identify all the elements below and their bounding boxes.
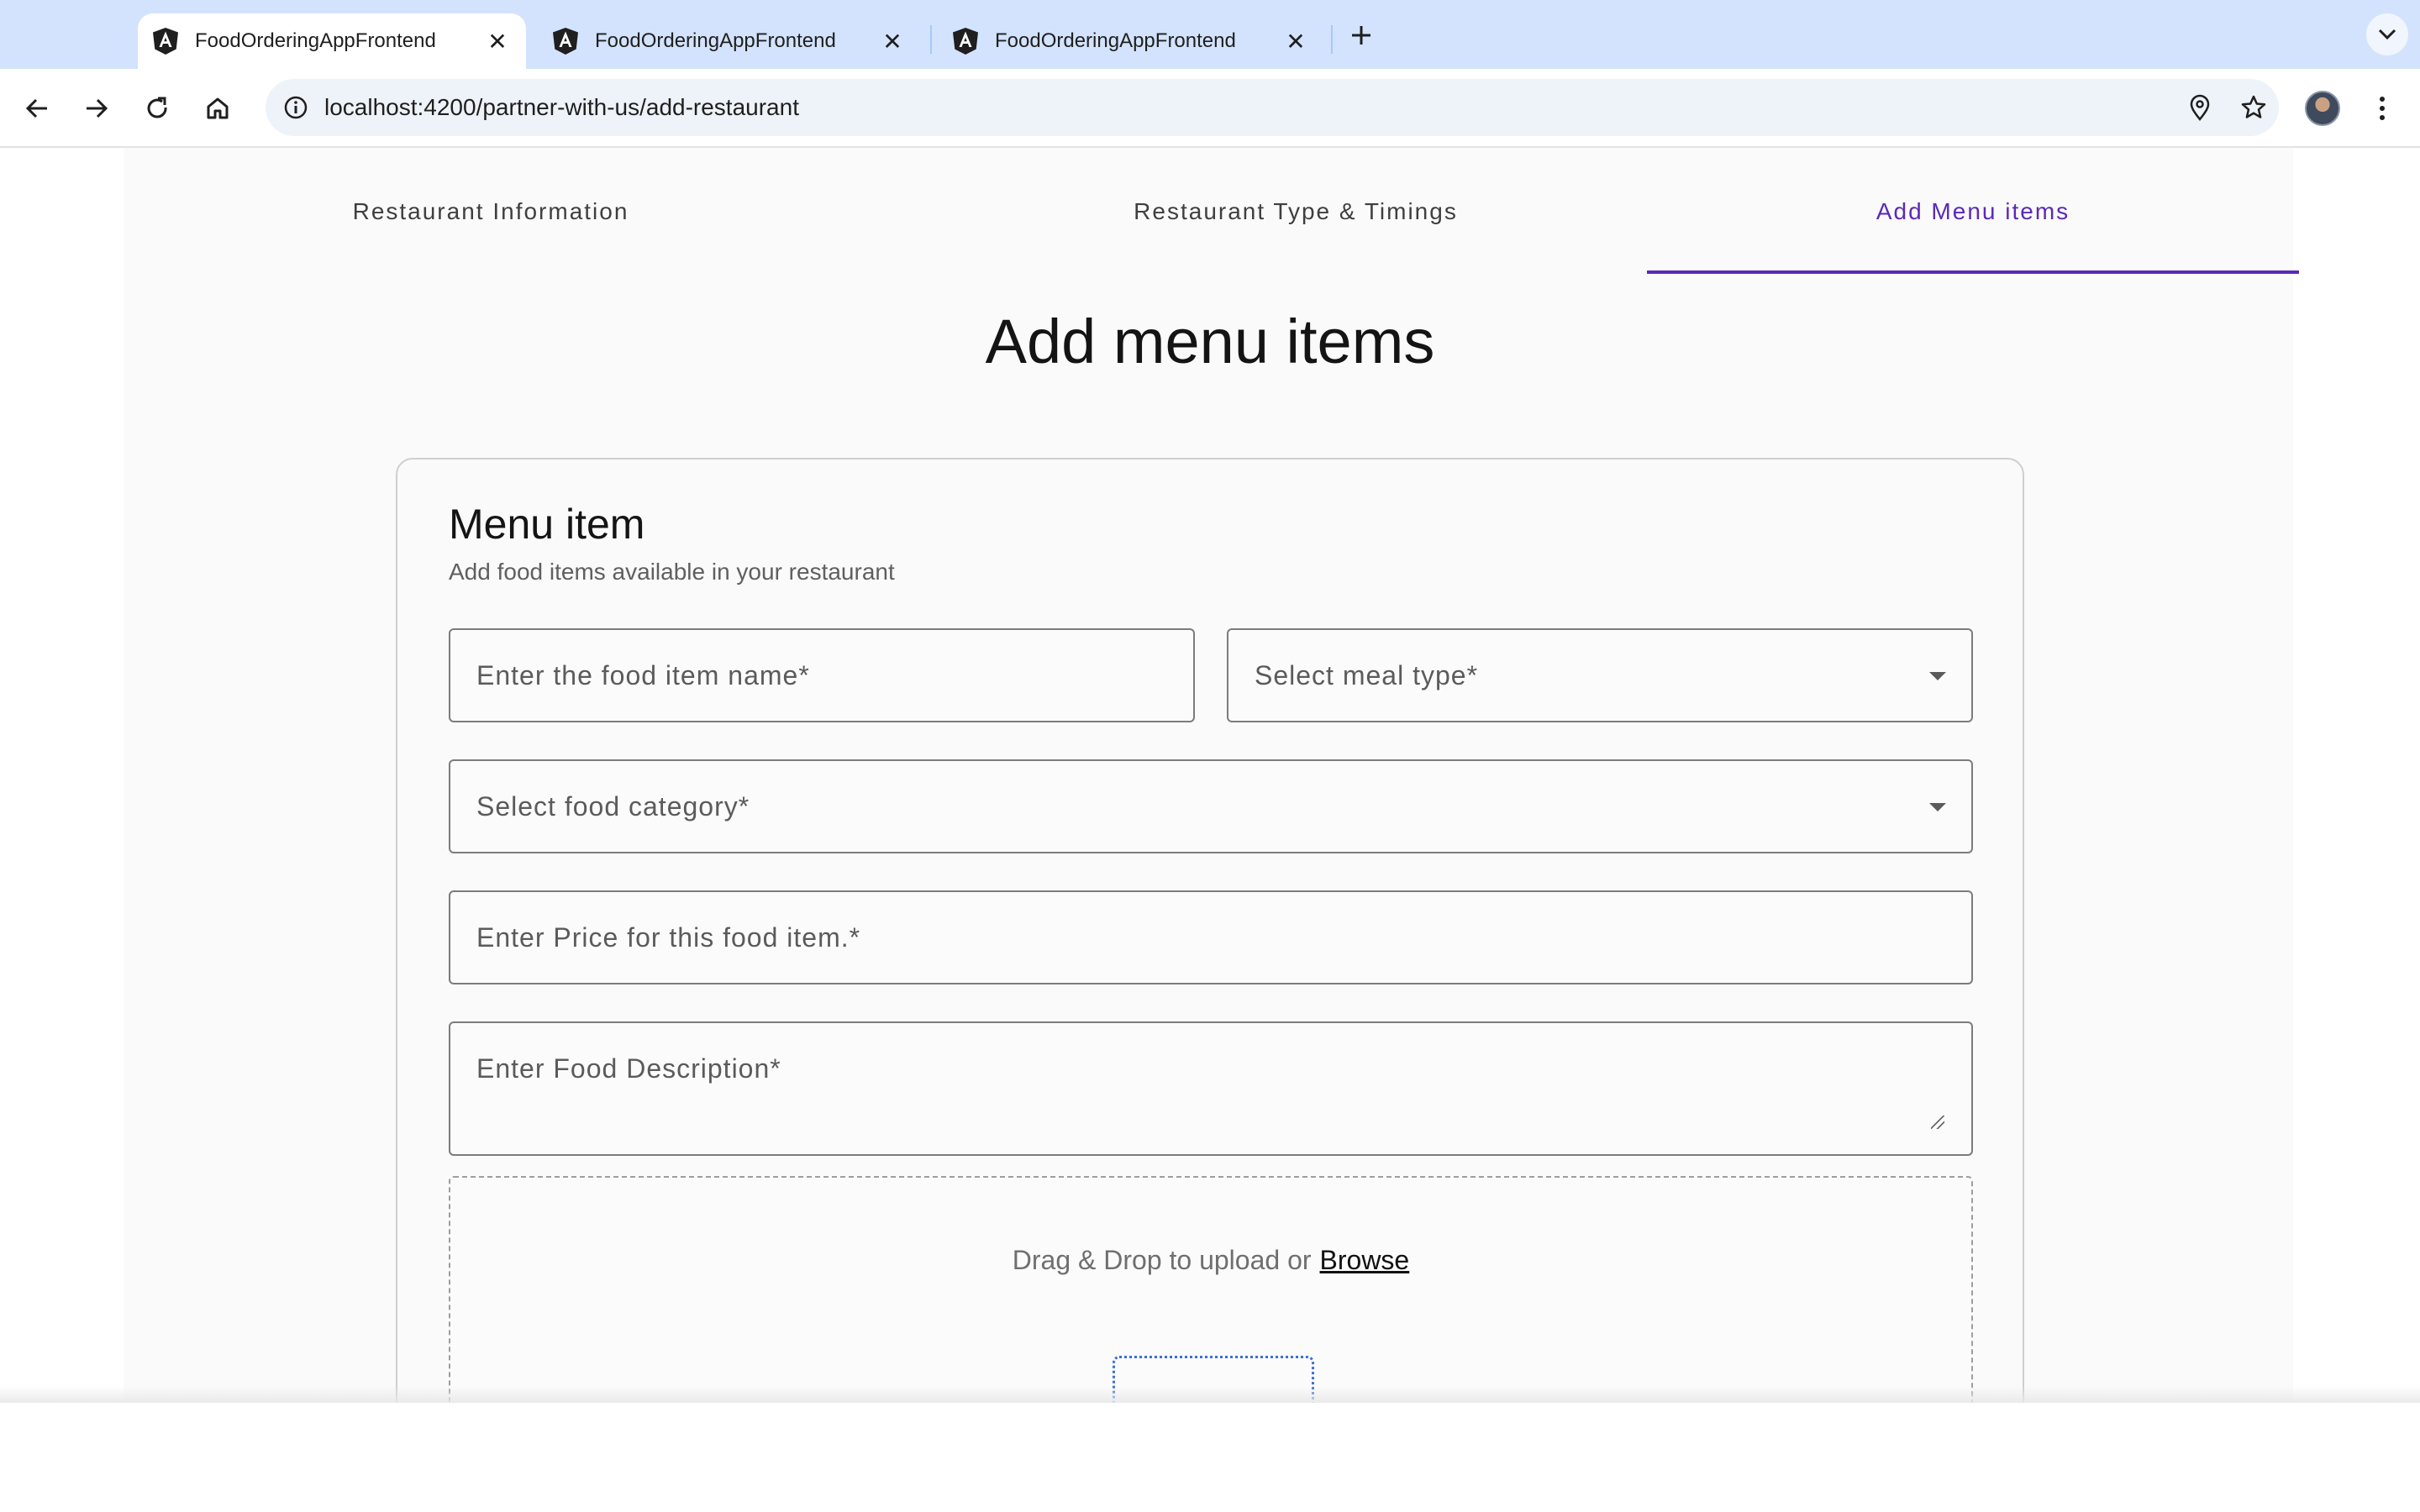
profile-avatar[interactable] <box>2305 91 2340 126</box>
dropzone-label: Drag & Drop to upload or <box>1012 1245 1312 1275</box>
menu-item-card: Menu item Add food items available in yo… <box>396 458 2024 1466</box>
kebab-menu-icon <box>2380 97 2385 120</box>
tab-label: Restaurant Type & Timings <box>1134 198 1458 224</box>
meal-type-placeholder: Select meal type* <box>1255 660 1479 690</box>
site-info-icon[interactable] <box>279 91 313 124</box>
url-text[interactable]: localhost:4200/partner-with-us/add-resta… <box>324 79 799 136</box>
page-title: Add menu items <box>985 307 1435 376</box>
viewport-bottom-shadow <box>0 1386 2420 1404</box>
plus-icon <box>1352 26 1370 45</box>
browser-tab-3[interactable]: FoodOrderingAppFrontend ✕ <box>938 13 1324 69</box>
browser-tab-title: FoodOrderingAppFrontend <box>195 29 436 52</box>
location-pin-icon[interactable] <box>2183 91 2217 124</box>
dropdown-arrow-icon <box>1929 672 1946 680</box>
close-tab-icon[interactable]: ✕ <box>484 28 511 55</box>
tab-add-menu-items[interactable]: Add Menu items <box>1647 198 2299 274</box>
reload-icon <box>147 97 167 118</box>
browser-tab-strip: FoodOrderingAppFrontend ✕ FoodOrderingAp… <box>0 0 2420 69</box>
food-item-name-input[interactable]: Enter the food item name* <box>449 628 1195 722</box>
price-input[interactable]: Enter Price for this food item.* <box>449 890 1973 984</box>
forward-button[interactable] <box>76 87 118 129</box>
browser-tab-title: FoodOrderingAppFrontend <box>995 29 1236 52</box>
home-icon <box>207 97 229 119</box>
blank-bottom-area <box>0 1403 2420 1512</box>
tab-label: Restaurant Information <box>352 198 629 224</box>
angular-logo-icon <box>553 28 578 55</box>
resize-handle-icon[interactable] <box>1931 1116 1944 1129</box>
angular-logo-icon <box>153 28 178 55</box>
meal-type-select[interactable]: Select meal type* <box>1227 628 1973 722</box>
home-button[interactable] <box>197 87 239 129</box>
browser-tab-1[interactable]: FoodOrderingAppFrontend ✕ <box>138 13 526 69</box>
tab-restaurant-information[interactable]: Restaurant Information <box>124 198 858 274</box>
card-title: Menu item <box>449 501 645 548</box>
tab-restaurant-type-timings[interactable]: Restaurant Type & Timings <box>869 198 1723 274</box>
dropdown-arrow-icon <box>1929 803 1946 811</box>
chevron-down-icon <box>2378 29 2396 40</box>
address-bar[interactable]: localhost:4200/partner-with-us/add-resta… <box>266 79 2279 136</box>
tab-search-button[interactable] <box>2366 13 2408 55</box>
food-description-textarea[interactable]: Enter Food Description* <box>449 1021 1973 1156</box>
food-category-select[interactable]: Select food category* <box>449 759 1973 853</box>
tab-separator <box>930 25 932 54</box>
page-viewport: Restaurant Information Restaurant Type &… <box>0 148 2420 1466</box>
forward-arrow-icon <box>87 98 108 118</box>
close-tab-icon[interactable]: ✕ <box>879 28 906 55</box>
back-arrow-icon <box>25 98 47 118</box>
angular-logo-icon <box>953 28 978 55</box>
back-button[interactable] <box>16 87 58 129</box>
bookmark-star-icon[interactable] <box>2237 91 2270 124</box>
food-category-placeholder: Select food category* <box>476 791 750 822</box>
tab-separator <box>1331 25 1333 54</box>
reload-button[interactable] <box>136 87 178 129</box>
browser-tab-title: FoodOrderingAppFrontend <box>595 29 836 52</box>
tab-label: Add Menu items <box>1876 198 2070 224</box>
food-description-placeholder: Enter Food Description* <box>476 1053 781 1084</box>
browser-tab-2[interactable]: FoodOrderingAppFrontend ✕ <box>538 13 921 69</box>
food-item-name-placeholder: Enter the food item name* <box>476 660 810 690</box>
browse-link[interactable]: Browse <box>1320 1245 1410 1275</box>
card-subtitle: Add food items available in your restaur… <box>449 559 895 585</box>
browser-toolbar: localhost:4200/partner-with-us/add-resta… <box>0 69 2420 148</box>
price-placeholder: Enter Price for this food item.* <box>476 922 861 953</box>
dropzone-text: Drag & Drop to upload or Browse <box>450 1245 1971 1276</box>
new-tab-button[interactable] <box>1344 18 1378 52</box>
close-tab-icon[interactable]: ✕ <box>1282 28 1309 55</box>
browser-menu-button[interactable] <box>2361 87 2403 129</box>
stepper-tabs: Restaurant Information Restaurant Type &… <box>124 198 2300 274</box>
